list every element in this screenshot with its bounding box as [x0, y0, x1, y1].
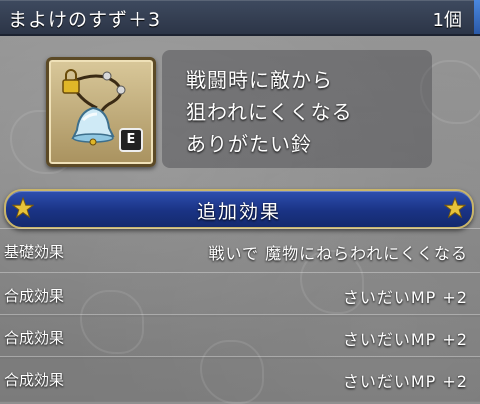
effect-type: 合成効果	[4, 371, 65, 389]
effect-type: 基礎効果	[4, 243, 65, 261]
star-icon	[444, 197, 466, 219]
description-line: 戦闘時に敵から	[186, 68, 333, 92]
effect-row: 合成効果 さいだいMP +2	[0, 356, 480, 401]
effect-row: 合成効果 さいだいMP +2	[0, 272, 480, 317]
additional-effects-header: 追加効果	[4, 189, 474, 229]
item-header-bar: まよけのすず＋3 1個	[0, 0, 480, 36]
effect-value: さいだいMP +2	[342, 288, 468, 307]
effect-value: さいだいMP +2	[342, 330, 468, 349]
effect-type: 合成効果	[4, 287, 65, 305]
scroll-indicator	[474, 0, 480, 34]
effect-row: 基礎効果 戦いで 魔物にねらわれにくくなる	[0, 228, 480, 273]
effect-row: 合成効果 さいだいMP +2	[0, 314, 480, 359]
effect-value: 戦いで 魔物にねらわれにくくなる	[208, 244, 468, 263]
equipped-badge: E	[119, 128, 143, 152]
item-description: 戦闘時に敵から 狙われにくくなる ありがたい鈴	[162, 50, 432, 168]
item-name: まよけのすず＋3	[8, 9, 162, 31]
item-count: 1個	[432, 10, 462, 31]
section-title: 追加効果	[196, 201, 281, 223]
effect-value: さいだいMP +2	[342, 372, 468, 391]
item-icon-frame[interactable]: E	[46, 57, 156, 167]
description-line: ありがたい鈴	[186, 132, 312, 156]
description-line: 狙われにくくなる	[186, 100, 353, 124]
effect-type: 合成効果	[4, 329, 65, 347]
